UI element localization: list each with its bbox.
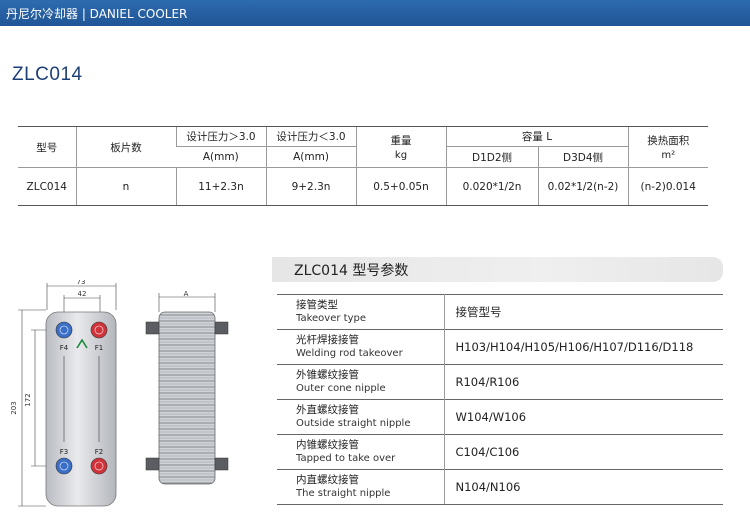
param-label-cn: 光杆焊接接管 bbox=[296, 334, 359, 346]
dim-port-spacing: 42 bbox=[78, 290, 87, 298]
table-row: 内直螺纹接管 The straight nipple N104/N106 bbox=[277, 469, 723, 505]
dim-port-height: 172 bbox=[24, 393, 32, 406]
param-label-en: The straight nipple bbox=[296, 488, 391, 499]
header-area-unit: m² bbox=[661, 150, 676, 161]
param-value: W104/W106 bbox=[444, 399, 723, 435]
cell-model: ZLC014 bbox=[18, 167, 76, 206]
param-label-cn: 内锥螺纹接管 bbox=[296, 439, 359, 451]
dim-side-a: A bbox=[184, 290, 189, 298]
cell-plates: n bbox=[75, 167, 176, 206]
param-label-cn: 内直螺纹接管 bbox=[296, 474, 359, 486]
spec-table: 型号 板片数 设计压力＞3.0 设计压力＜3.0 重量 kg 容量 L 换热面积… bbox=[18, 126, 708, 206]
connection-stub bbox=[214, 457, 229, 471]
dim-height: 203 bbox=[10, 401, 18, 414]
header-volume: 容量 L bbox=[445, 126, 628, 147]
param-label: 接管类型 Takeover type bbox=[277, 294, 445, 330]
table-row: 内锥螺纹接管 Tapped to take over C104/C106 bbox=[277, 434, 723, 470]
params-table: 接管类型 Takeover type 接管型号光杆焊接接管 Welding rod t… bbox=[277, 294, 723, 505]
table-row: ZLC014 n 11+2.3n 9+2.3n 0.5+0.05n 0.020*… bbox=[18, 167, 708, 206]
param-label-en: Tapped to take over bbox=[296, 453, 396, 464]
port-f1 bbox=[90, 321, 108, 339]
param-label-cn: 外直螺纹接管 bbox=[296, 404, 359, 416]
cell-weight: 0.5+0.05n bbox=[355, 167, 446, 206]
top-banner: 丹尼尔冷却器 | DANIEL COOLER bbox=[0, 0, 750, 26]
params-section-header: ZLC014 型号参数 bbox=[272, 257, 723, 282]
table-row: 接管类型 Takeover type 接管型号 bbox=[277, 294, 723, 330]
port-f2 bbox=[90, 457, 108, 475]
header-weight-label: 重量 bbox=[390, 135, 412, 147]
param-label: 外直螺纹接管 Outside straight nipple bbox=[277, 399, 445, 435]
subheader-a-high: A(mm) bbox=[176, 146, 266, 168]
header-model: 型号 bbox=[18, 126, 76, 168]
connection-stub bbox=[214, 321, 229, 335]
cell-area: (n-2)0.014 bbox=[627, 167, 708, 206]
subheader-d3d4: D3D4侧 bbox=[537, 146, 628, 168]
table-row: 外锥螺纹接管 Outer cone nipple R104/R106 bbox=[277, 364, 723, 400]
params-title: ZLC014 型号参数 bbox=[294, 263, 409, 279]
port-f4 bbox=[55, 321, 73, 339]
table-row: 外直螺纹接管 Outside straight nipple W104/W106 bbox=[277, 399, 723, 435]
subheader-d1d2: D1D2侧 bbox=[445, 146, 538, 168]
plate-stack bbox=[158, 311, 216, 485]
header-plates: 板片数 bbox=[75, 126, 176, 168]
header-design-pressure-low: 设计压力＜3.0 bbox=[265, 126, 356, 147]
param-value: R104/R106 bbox=[444, 364, 723, 400]
param-label: 外锥螺纹接管 Outer cone nipple bbox=[277, 364, 445, 400]
cell-vol-d1d2: 0.020*1/2n bbox=[445, 167, 538, 206]
header-design-pressure-high: 设计压力＞3.0 bbox=[175, 126, 266, 147]
param-label-en: Welding rod takeover bbox=[296, 348, 403, 359]
port-f3 bbox=[55, 457, 73, 475]
port-label-f1: F1 bbox=[95, 344, 103, 352]
port-label-f2: F2 bbox=[95, 448, 103, 456]
param-label-en: Outside straight nipple bbox=[296, 418, 411, 429]
param-label-en: Takeover type bbox=[296, 313, 366, 324]
param-label: 光杆焊接接管 Welding rod takeover bbox=[277, 329, 445, 365]
connection-stub bbox=[145, 457, 160, 471]
param-value: N104/N106 bbox=[444, 469, 723, 505]
param-label-cn: 接管类型 bbox=[296, 299, 338, 311]
param-label: 内锥螺纹接管 Tapped to take over bbox=[277, 434, 445, 470]
header-weight-unit: kg bbox=[394, 150, 408, 161]
cell-a-high: 11+2.3n bbox=[175, 167, 266, 206]
param-value: H103/H104/H105/H106/H107/D116/D118 bbox=[444, 329, 723, 365]
header-area: 换热面积 m² bbox=[627, 126, 708, 168]
side-view-drawing: A bbox=[145, 290, 229, 485]
connection-stub bbox=[145, 321, 160, 335]
cell-vol-d3d4: 0.02*1/2(n-2) bbox=[537, 167, 628, 206]
subheader-a-low: A(mm) bbox=[265, 146, 356, 168]
table-row: 光杆焊接接管 Welding rod takeover H103/H104/H105… bbox=[277, 329, 723, 365]
dim-width: 73 bbox=[77, 280, 86, 286]
param-label: 内直螺纹接管 The straight nipple bbox=[277, 469, 445, 505]
param-label-en: Outer cone nipple bbox=[296, 383, 386, 394]
brand-label: 丹尼尔冷却器 | DANIEL COOLER bbox=[6, 7, 188, 21]
port-label-f3: F3 bbox=[60, 448, 68, 456]
param-value: 接管型号 bbox=[444, 294, 723, 330]
port-label-f4: F4 bbox=[60, 344, 69, 352]
page-title: ZLC014 bbox=[12, 64, 83, 85]
param-value: C104/C106 bbox=[444, 434, 723, 470]
front-view-drawing: 73 42 203 172 F4 F1 F3 F2 bbox=[10, 280, 117, 507]
param-label-cn: 外锥螺纹接管 bbox=[296, 369, 359, 381]
cell-a-low: 9+2.3n bbox=[265, 167, 356, 206]
header-weight: 重量 kg bbox=[355, 126, 446, 168]
header-area-label: 换热面积 bbox=[647, 135, 690, 147]
